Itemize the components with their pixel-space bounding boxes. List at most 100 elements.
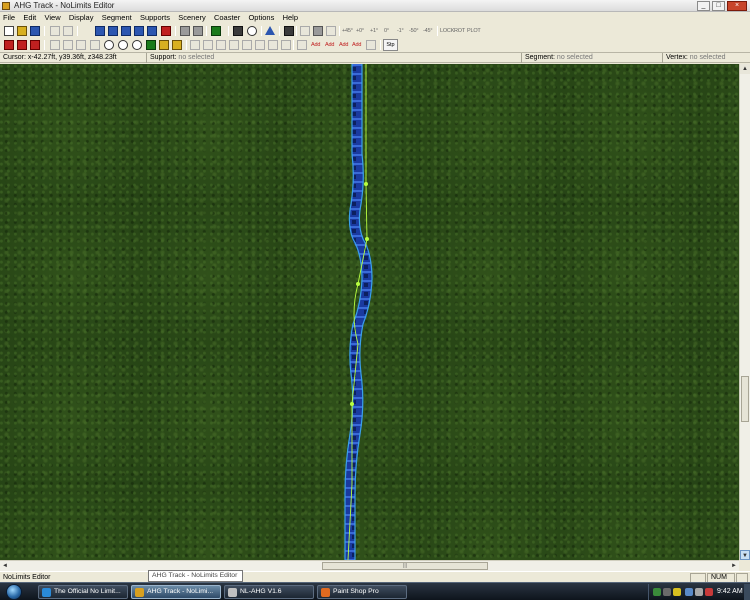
render-icon[interactable] <box>284 26 294 36</box>
roll-plus1-button[interactable]: +1° <box>370 26 378 36</box>
support-bent-icon[interactable] <box>255 40 265 50</box>
taskbar-button-editor[interactable]: AHG Track - NoLimi... <box>131 585 221 599</box>
roll-0-button[interactable]: 0° <box>384 26 389 36</box>
add-footer-button[interactable]: Add <box>352 40 361 50</box>
beam-diagonal-icon[interactable] <box>172 40 182 50</box>
toolbar-separator <box>279 26 280 36</box>
ruler-icon[interactable] <box>326 26 336 36</box>
add-support-button[interactable]: Add <box>311 40 320 50</box>
support-post-icon[interactable] <box>190 40 200 50</box>
vertical-scroll-thumb[interactable] <box>741 376 749 422</box>
roll-plus45-button[interactable]: +45° <box>342 26 353 36</box>
horizontal-scroll-thumb[interactable]: ||| <box>322 562 488 570</box>
vertex-marker[interactable] <box>364 182 368 186</box>
roll-minus45-button[interactable]: -45° <box>423 26 433 36</box>
support-lift-icon[interactable] <box>366 40 376 50</box>
roll-minus50-button[interactable]: -50° <box>409 26 419 36</box>
menu-help[interactable]: Help <box>280 12 301 23</box>
tray-display-icon[interactable] <box>663 588 671 596</box>
vertex-marker[interactable] <box>350 402 354 406</box>
pipe-icon[interactable] <box>132 40 142 50</box>
lock-roll-button[interactable]: LOCK <box>440 26 454 36</box>
close-button[interactable]: × <box>727 1 747 11</box>
menu-file[interactable]: File <box>0 12 18 23</box>
menu-view[interactable]: View <box>42 12 64 23</box>
track-straight-icon[interactable] <box>95 26 105 36</box>
support-arch-icon[interactable] <box>203 40 213 50</box>
new-file-icon[interactable] <box>4 26 14 36</box>
save-icon[interactable] <box>30 26 40 36</box>
vertical-scrollbar[interactable]: ▲ ▼ <box>739 64 750 560</box>
track-dip-icon[interactable] <box>121 26 131 36</box>
menu-coaster[interactable]: Coaster <box>211 12 243 23</box>
tray-monitor-icon[interactable] <box>685 588 693 596</box>
pyramid-icon[interactable] <box>265 26 275 35</box>
support-split-icon[interactable] <box>242 40 252 50</box>
tube-icon[interactable] <box>118 40 128 50</box>
terrain-icon[interactable] <box>211 26 221 36</box>
support-tee-icon[interactable] <box>268 40 278 50</box>
start-button[interactable] <box>6 584 22 600</box>
menu-options[interactable]: Options <box>245 12 277 23</box>
view-3d-icon[interactable] <box>161 26 171 36</box>
support-angle-icon[interactable] <box>229 40 239 50</box>
align-icon[interactable] <box>193 26 203 36</box>
rot-roll-button[interactable]: ROT <box>454 26 465 36</box>
column-tall-icon[interactable] <box>90 40 100 50</box>
taskbar-button-browser[interactable]: The Official No Limit... <box>38 585 128 599</box>
beam-yellow-icon[interactable] <box>159 40 169 50</box>
vertex-marker[interactable] <box>365 237 369 241</box>
maximize-button[interactable]: □ <box>712 1 725 11</box>
add-beam-button[interactable]: Add <box>339 40 348 50</box>
select-arrow-icon[interactable] <box>297 40 307 50</box>
footer-icon[interactable] <box>50 40 60 50</box>
column-round-icon[interactable] <box>76 40 86 50</box>
menu-segment[interactable]: Segment <box>99 12 135 23</box>
support-frame-icon[interactable] <box>216 40 226 50</box>
roll-plus0-button[interactable]: +0° <box>356 26 364 36</box>
scroll-right-icon[interactable]: ► <box>729 561 739 571</box>
editor-viewport[interactable] <box>0 64 739 560</box>
redo-icon[interactable] <box>63 26 73 36</box>
grid-view-icon[interactable] <box>300 26 310 36</box>
car-view-icon[interactable] <box>134 26 144 36</box>
tray-messenger-icon[interactable] <box>673 588 681 596</box>
scroll-down-icon[interactable]: ▼ <box>740 550 750 560</box>
stop-button[interactable]: Stp <box>383 39 398 51</box>
snap-icon[interactable] <box>313 26 323 36</box>
tray-security-icon[interactable] <box>705 588 713 596</box>
menu-scenery[interactable]: Scenery <box>175 12 209 23</box>
tray-network-icon[interactable] <box>653 588 661 596</box>
tray-volume-icon[interactable] <box>695 588 703 596</box>
menu-display[interactable]: Display <box>66 12 97 23</box>
roll-minus1-button[interactable]: -1° <box>397 26 404 36</box>
taskbar-button-paintshop[interactable]: Paint Shop Pro <box>317 585 407 599</box>
plot-roll-button[interactable]: PLOT <box>467 26 481 36</box>
globe-icon[interactable] <box>247 26 257 36</box>
taskbar-clock[interactable]: 9:42 AM <box>717 584 743 600</box>
scroll-up-icon[interactable]: ▲ <box>740 64 750 74</box>
show-desktop-button[interactable] <box>744 584 750 600</box>
horizontal-scrollbar[interactable]: ◄ ||| ► <box>0 560 739 571</box>
add-node-button[interactable]: Add <box>325 40 334 50</box>
beam-green-icon[interactable] <box>146 40 156 50</box>
scroll-left-icon[interactable]: ◄ <box>0 561 10 571</box>
menu-edit[interactable]: Edit <box>20 12 39 23</box>
minimize-button[interactable]: _ <box>697 1 710 11</box>
move-icon[interactable] <box>180 26 190 36</box>
cylinder-icon[interactable] <box>104 40 114 50</box>
undo-icon[interactable] <box>50 26 60 36</box>
coaster-track[interactable] <box>0 64 739 560</box>
support-flag-icon[interactable] <box>17 40 27 50</box>
taskbar-button-nl-ahg[interactable]: NL-AHG V1.6 <box>224 585 314 599</box>
support-cross-icon[interactable] <box>30 40 40 50</box>
support-weld-icon[interactable] <box>281 40 291 50</box>
column-icon[interactable] <box>63 40 73 50</box>
vertex-marker[interactable] <box>356 282 360 286</box>
open-file-icon[interactable] <box>17 26 27 36</box>
track-valley-icon[interactable] <box>108 26 118 36</box>
support-red-icon[interactable] <box>4 40 14 50</box>
menu-supports[interactable]: Supports <box>137 12 173 23</box>
station-icon[interactable] <box>233 26 243 36</box>
train-icon[interactable] <box>147 26 157 36</box>
